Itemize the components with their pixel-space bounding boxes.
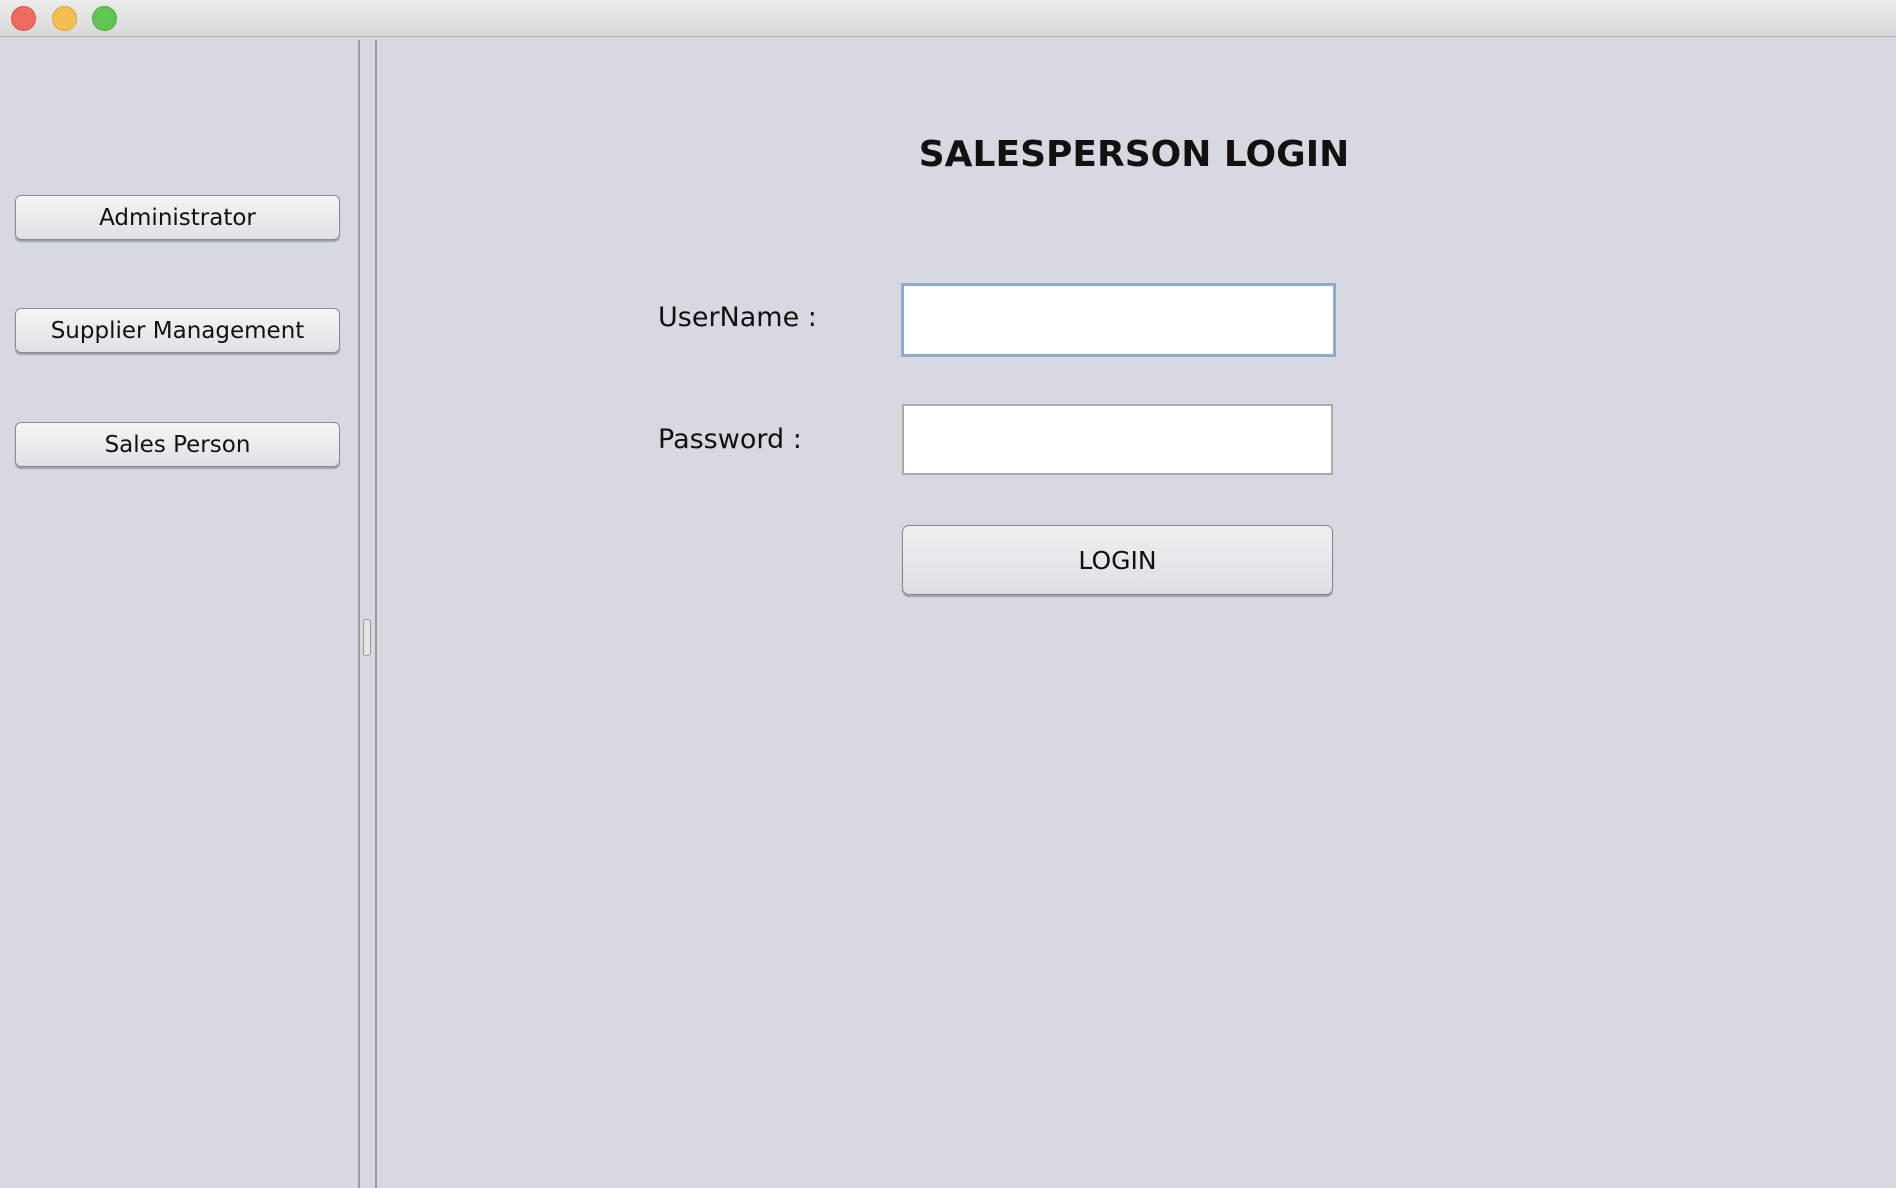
administrator-button-label: Administrator — [99, 204, 256, 231]
split-pane-divider-right — [375, 40, 377, 1188]
split-pane-drag-handle[interactable] — [363, 619, 371, 656]
supplier-management-button[interactable]: Supplier Management — [15, 308, 340, 353]
maximize-window-button[interactable] — [92, 6, 117, 31]
minimize-window-button[interactable] — [52, 6, 77, 31]
password-input[interactable] — [902, 404, 1333, 475]
sales-person-button-label: Sales Person — [104, 431, 251, 458]
sales-person-button[interactable]: Sales Person — [15, 422, 340, 467]
login-button-label: LOGIN — [1078, 545, 1157, 575]
supplier-management-button-label: Supplier Management — [50, 317, 305, 344]
username-label: UserName : — [658, 302, 817, 333]
password-label: Password : — [658, 424, 802, 455]
sidebar: Administrator Supplier Management Sales … — [0, 37, 358, 1188]
page-title: SALESPERSON LOGIN — [918, 134, 1350, 175]
split-pane-divider-left — [358, 40, 360, 1188]
close-window-button[interactable] — [11, 6, 36, 31]
login-button[interactable]: LOGIN — [902, 525, 1333, 595]
administrator-button[interactable]: Administrator — [15, 195, 340, 240]
window-titlebar — [0, 0, 1896, 37]
username-input[interactable] — [901, 283, 1336, 357]
